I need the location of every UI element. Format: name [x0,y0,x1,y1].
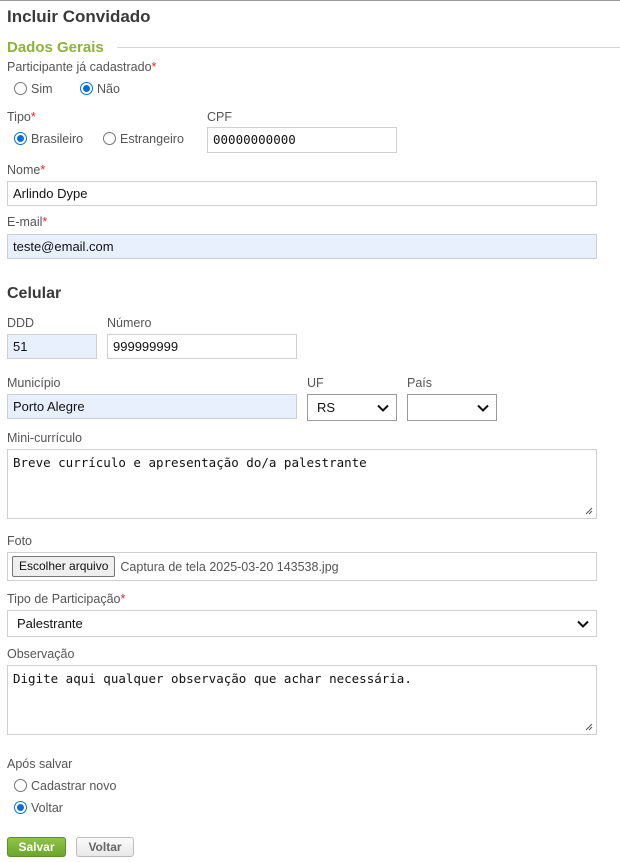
nome-input[interactable]: Arlindo Dype [7,181,597,206]
municipio-label: Município [7,376,61,390]
uf-select-value: RS [317,400,336,415]
required-mark: * [151,60,157,74]
ddd-label: DDD [7,316,35,330]
required-mark: * [40,163,46,177]
selected-filename: Captura de tela 2025-03-20 143538.jpg [120,559,339,574]
radio-cadastrar-novo[interactable] [14,779,27,793]
email-input[interactable]: teste@email.com [7,234,597,259]
cpf-input[interactable]: 00000000000 [207,127,397,153]
resize-grip-icon[interactable] [585,723,593,731]
section-legend: Dados Gerais [7,39,104,56]
radio-nao[interactable] [80,82,93,96]
observacao-label: Observação [7,647,75,661]
required-mark: * [30,110,36,124]
tipo-option-estrangeiro[interactable]: Estrangeiro [103,131,184,146]
radio-brasileiro[interactable] [14,132,27,146]
required-mark: * [120,592,126,606]
mini-curriculo-label: Mini-currículo [7,431,83,445]
foto-file-input[interactable]: Escolher arquivo Captura de tela 2025-03… [7,552,597,581]
top-border [0,0,620,1]
radio-estrangeiro[interactable] [103,132,116,146]
uf-select[interactable]: RS [307,394,397,421]
observacao-text: Digite aqui qualquer observação que acha… [13,671,412,686]
chevron-down-icon [577,620,589,628]
chevron-down-icon [377,404,389,412]
ddd-input[interactable]: 51 [7,334,97,359]
apos-salvar-option-novo[interactable]: Cadastrar novo [14,778,116,793]
numero-label: Número [107,316,152,330]
email-label: E-mail* [7,215,48,229]
mini-curriculo-textarea[interactable]: Breve currículo e apresentação do/a pale… [7,449,597,519]
pais-select[interactable] [407,394,497,421]
uf-label: UF [307,376,324,390]
nome-label: Nome* [7,163,46,177]
radio-sim[interactable] [14,82,27,96]
foto-label: Foto [7,534,33,548]
section-divider [117,47,620,48]
tipo-participacao-value: Palestrante [17,616,83,631]
numero-input[interactable]: 999999999 [107,334,297,359]
choose-file-button[interactable]: Escolher arquivo [12,556,116,577]
observacao-textarea[interactable]: Digite aqui qualquer observação que acha… [7,665,597,735]
tipo-label: Tipo* [7,110,36,124]
pais-label: País [407,376,433,390]
participant-label: Participante já cadastrado* [7,60,157,74]
radio-voltar[interactable] [14,801,27,815]
required-mark: * [42,215,48,229]
municipio-input[interactable]: Porto Alegre [7,394,297,419]
mini-curriculo-text: Breve currículo e apresentação do/a pale… [13,455,367,470]
participant-option-sim[interactable]: Sim [14,81,53,96]
back-button[interactable]: Voltar [76,837,134,857]
tipo-option-brasileiro[interactable]: Brasileiro [14,131,83,146]
apos-salvar-option-voltar[interactable]: Voltar [14,800,63,815]
tipo-participacao-select[interactable]: Palestrante [7,610,597,637]
participant-option-nao[interactable]: Não [80,81,120,96]
celular-heading: Celular [7,285,62,302]
cpf-label: CPF [207,110,232,124]
page-title: Incluir Convidado [7,7,151,26]
resize-grip-icon[interactable] [585,507,593,515]
apos-salvar-label: Após salvar [7,757,73,771]
save-button[interactable]: Salvar [7,837,66,857]
chevron-down-icon [477,404,489,412]
tipo-participacao-label: Tipo de Participação* [7,592,126,606]
